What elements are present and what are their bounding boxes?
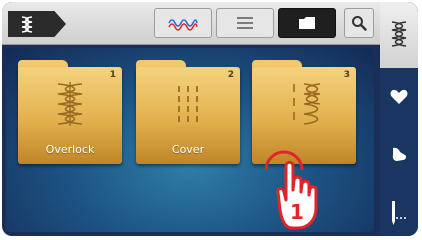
folder-number: 1 [109, 70, 116, 80]
folder-number: 2 [227, 70, 234, 80]
mode-tag[interactable] [8, 11, 66, 37]
list-lines-icon [237, 17, 253, 29]
folder-cover[interactable]: 2 Cover [136, 60, 240, 164]
stitch-menu-button[interactable] [380, 2, 418, 68]
tab-list-view[interactable] [216, 8, 274, 38]
heart-icon [390, 89, 408, 104]
search-button[interactable] [344, 8, 374, 38]
tap-hand-icon: 1 [264, 150, 318, 230]
needle-button[interactable] [384, 198, 414, 228]
decorative-stitch-icon [293, 83, 321, 125]
view-tabs [154, 8, 336, 38]
sewing-hand-icon [392, 147, 407, 161]
folder-label: Cover [171, 143, 205, 156]
folder-grid-area: 1 Overlock 2 Cover 3 1 [6, 48, 374, 232]
favorites-button[interactable] [384, 82, 414, 112]
tab-stitch-view[interactable] [154, 8, 212, 38]
personal-button[interactable] [384, 140, 414, 170]
folder-number: 3 [343, 70, 350, 80]
stitch-pattern-icon [21, 16, 33, 33]
overlock-stitch-icon [57, 82, 83, 126]
needle-icon [392, 201, 407, 225]
folder-overlock[interactable]: 1 Overlock [18, 60, 122, 164]
cover-stitch-icon [178, 86, 198, 122]
folder-label: Overlock [45, 143, 95, 156]
tab-folder-view[interactable] [278, 8, 336, 38]
search-icon [352, 16, 367, 31]
folder-icon [299, 17, 315, 29]
right-sidebar [380, 2, 418, 236]
sewing-machine-screen: 1 Overlock 2 Cover 3 1 [2, 2, 418, 236]
top-bar [2, 2, 380, 45]
wavy-stitch-icon [168, 19, 198, 31]
stitch-pattern-icon [391, 21, 407, 47]
step-number: 1 [290, 200, 304, 224]
